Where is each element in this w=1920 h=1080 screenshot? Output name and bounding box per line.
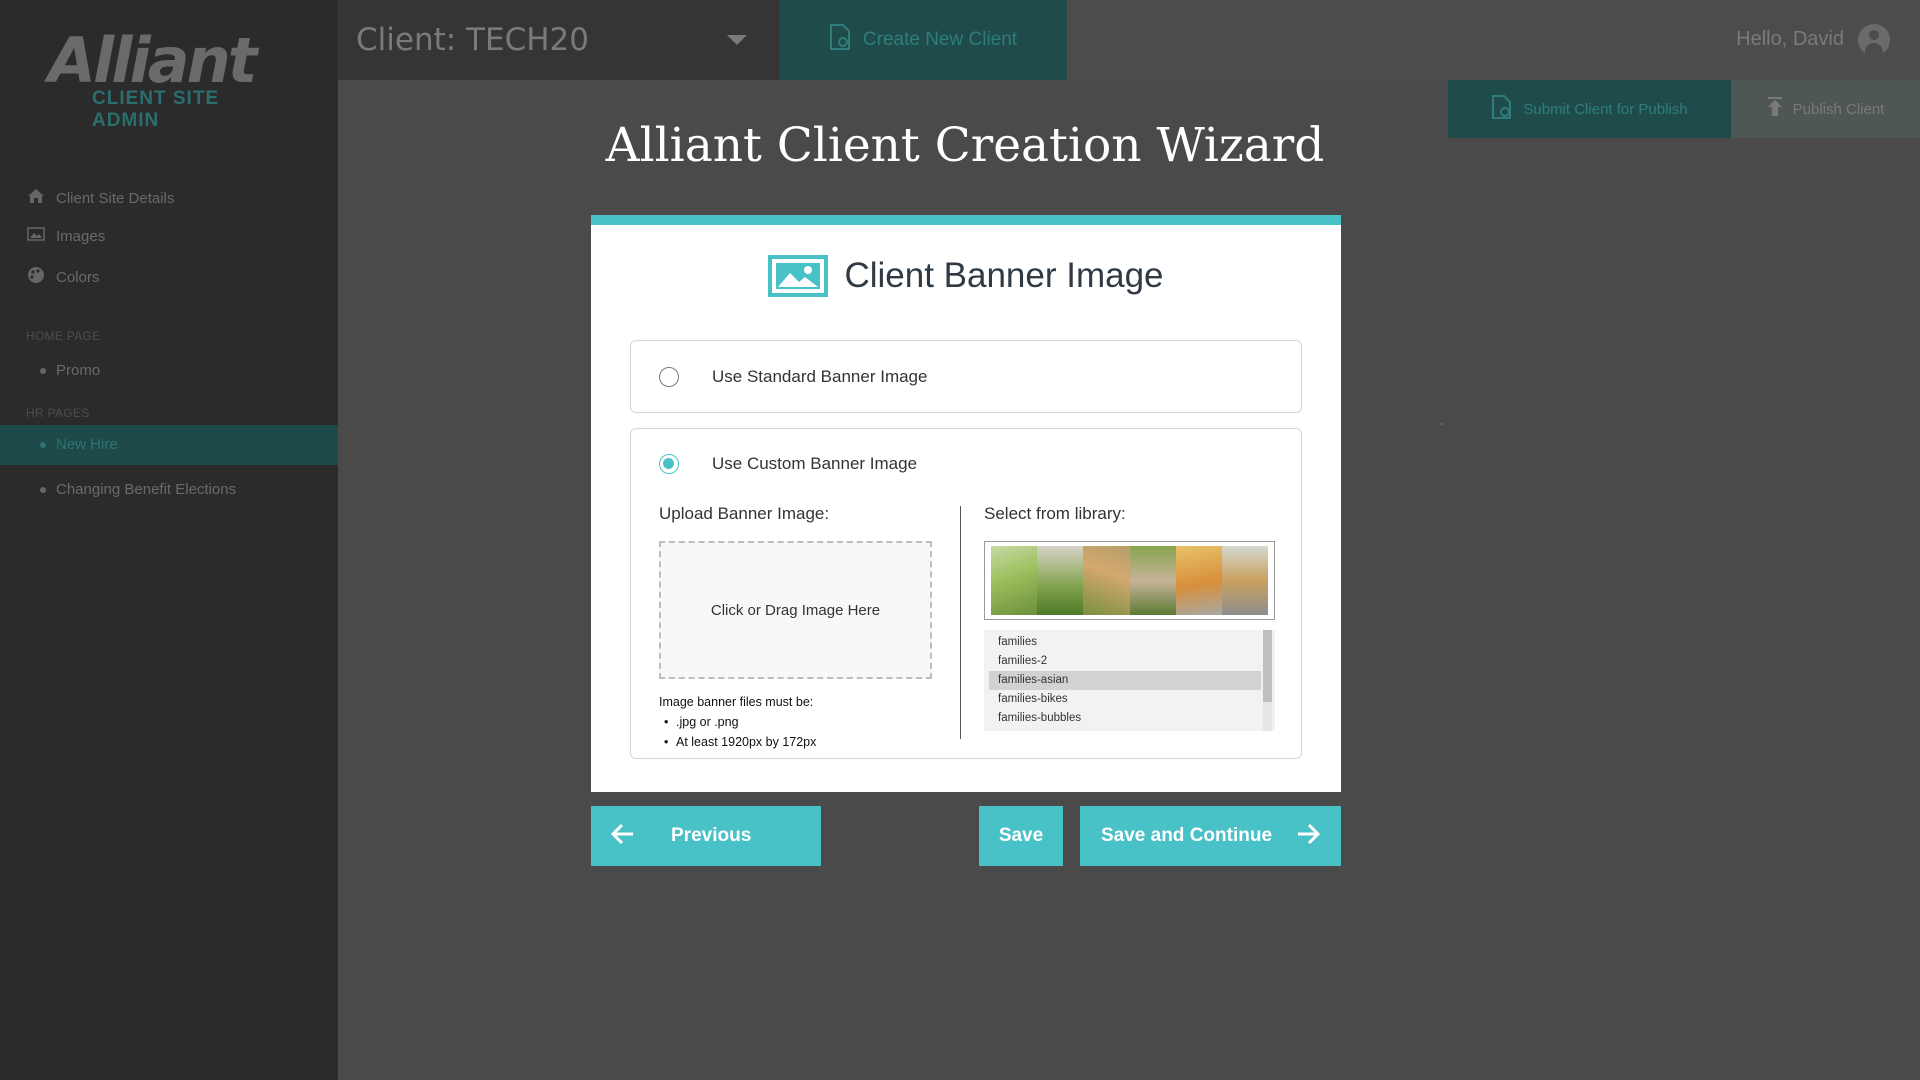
library-list[interactable]: families families-2 families-asian famil… [984,630,1275,731]
sidebar-item-new-hire[interactable]: New Hire [0,425,338,465]
sidebar-item-label: Images [56,228,106,245]
sidebar-item-label: Changing Benefit Elections [56,481,237,498]
sidebar-item-label: New Hire [56,436,118,453]
arrow-left-icon [610,820,635,852]
radio-custom-banner[interactable] [659,454,679,474]
previous-label: Previous [671,825,752,846]
logo-subtitle: CLIENT SITE ADMIN [92,88,220,131]
bullet-icon [40,367,46,374]
option-custom-label: Use Custom Banner Image [712,454,918,473]
radio-standard-banner[interactable] [659,367,679,387]
column-divider [960,506,961,739]
library-heading: Select from library: [984,504,1126,523]
client-selector[interactable]: Client: TECH20 [338,0,779,80]
sidebar-item-colors[interactable]: Colors [26,266,99,289]
create-new-client-label: Create New Client [862,29,1018,50]
sidebar-item-label: Client Site Details [56,190,175,207]
sidebar-item-changing-benefit-elections[interactable]: Changing Benefit Elections [40,481,236,498]
scrollbar-thumb[interactable] [1263,630,1272,702]
user-avatar-icon[interactable] [1858,24,1890,56]
list-item[interactable]: families-2 [989,652,1261,671]
client-selector-label: Client: TECH20 [356,22,589,58]
upload-heading: Upload Banner Image: [659,504,830,523]
background-dot [1441,423,1443,425]
image-icon [768,255,829,297]
banner-preview-image [984,541,1275,620]
requirement-item: At least 1920px by 172px [659,732,949,752]
upload-column: Upload Banner Image: Click or Drag Image… [659,504,949,752]
publish-client-label: Publish Client [1792,100,1885,118]
file-requirements: Image banner files must be: .jpg or .png… [659,692,949,752]
list-item-selected[interactable]: families-asian [989,671,1261,690]
dropzone-text: Click or Drag Image Here [710,601,881,619]
section-hr-pages: HR PAGES [26,406,90,420]
create-new-client-button[interactable]: Create New Client [779,0,1067,80]
option-custom-banner[interactable]: Use Custom Banner Image Upload Banner Im… [630,428,1302,759]
sidebar-item-images[interactable]: Images [26,227,105,246]
list-item[interactable]: families-bikes [989,690,1261,709]
image-dropzone[interactable]: Click or Drag Image Here [659,541,932,679]
sidebar-item-label: Promo [56,362,101,379]
option-standard-banner[interactable]: Use Standard Banner Image [630,340,1302,413]
bullet-icon [40,486,46,493]
card-header: Client Banner Image [591,255,1341,297]
upload-icon [1767,97,1783,121]
card-title: Client Banner Image [844,256,1164,295]
save-and-continue-button[interactable]: Save and Continue [1080,806,1341,866]
sidebar: Alliant CLIENT SITE ADMIN Client Site De… [0,0,338,1080]
bullet-icon [40,441,46,448]
new-document-icon [829,24,851,56]
library-column: Select from library: families families-2… [984,504,1284,731]
home-icon [26,188,46,209]
option-standard-label: Use Standard Banner Image [712,367,928,386]
save-button[interactable]: Save [979,806,1063,866]
list-item[interactable]: families [989,633,1261,652]
sidebar-item-client-site-details[interactable]: Client Site Details [26,188,174,209]
submit-client-label: Submit Client for Publish [1523,100,1688,118]
save-label: Save [998,825,1044,846]
previous-button[interactable]: Previous [591,806,821,866]
list-item[interactable]: families-bubbles [989,709,1261,728]
publish-client-button[interactable]: Publish Client [1731,80,1920,138]
alliant-logo[interactable]: Alliant CLIENT SITE ADMIN [44,30,284,132]
wizard-title: Alliant Client Creation Wizard [605,118,1325,173]
chevron-down-icon [727,35,747,45]
logo-wordmark: Alliant [48,24,257,97]
library-scrollbar[interactable] [1263,630,1272,731]
user-greeting: Hello, David [1736,28,1844,50]
arrow-right-icon [1296,820,1321,852]
requirement-item: .jpg or .png [659,712,949,732]
save-and-continue-label: Save and Continue [1100,825,1273,846]
image-icon [26,227,46,246]
sidebar-item-label: Colors [56,269,100,286]
section-home-page: HOME PAGE [26,329,101,343]
requirements-heading: Image banner files must be: [659,695,814,709]
banner-image-card: Client Banner Image Use Standard Banner … [591,215,1341,792]
sidebar-item-promo[interactable]: Promo [40,362,100,379]
palette-icon [26,266,46,289]
